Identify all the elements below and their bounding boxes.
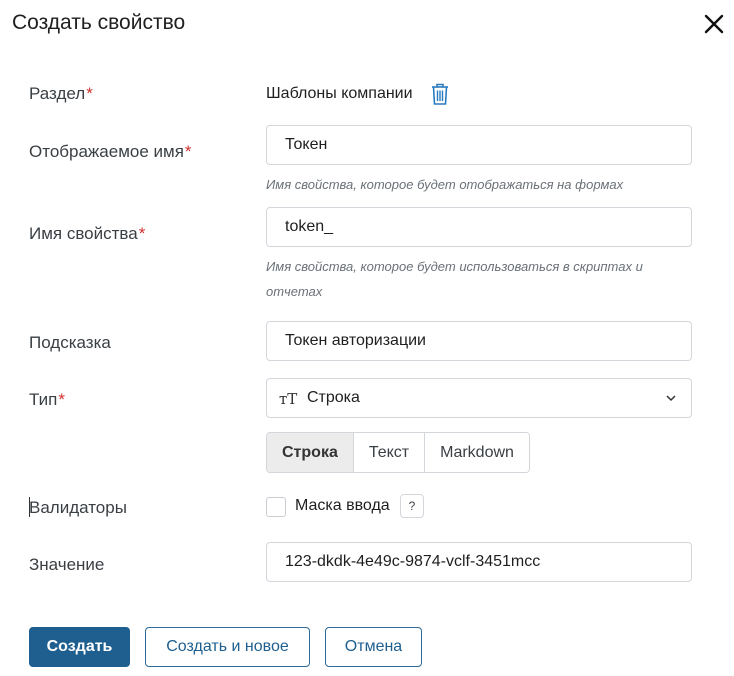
type-label: Тип* [29, 390, 65, 410]
dialog-title: Создать свойство [12, 11, 186, 34]
chevron-down-icon [666, 395, 676, 402]
display-name-field[interactable]: Токен [266, 125, 692, 165]
create-and-new-button[interactable]: Создать и новое [145, 627, 310, 667]
display-name-value: Токен [285, 136, 328, 153]
close-icon [704, 14, 724, 34]
property-name-value: token_ [285, 218, 334, 235]
section-label: Раздел* [29, 84, 93, 104]
display-name-hint: Имя свойства, которое будет отображаться… [266, 177, 624, 192]
value-field[interactable]: 123-dkdk-4e49c-9874-vclf-3451mcc [266, 542, 692, 582]
section-value: Шаблоны компании [266, 85, 413, 102]
trash-icon[interactable] [429, 82, 451, 106]
tooltip-label: Подсказка [29, 333, 111, 352]
validators-label: Валидаторы [29, 498, 127, 517]
type-select-value: Строка [307, 389, 360, 406]
required-mark: * [86, 84, 93, 103]
tooltip-field[interactable]: Токен авторизации [266, 321, 692, 361]
required-mark: * [184, 142, 192, 161]
help-icon[interactable]: ? [400, 494, 424, 518]
close-button[interactable] [700, 10, 728, 38]
property-name-label: Имя свойства* [29, 224, 145, 244]
value-label: Значение [29, 555, 105, 574]
section-label-text: Раздел [29, 84, 86, 103]
property-name-field[interactable]: token_ [266, 207, 692, 247]
tooltip-value: Токен авторизации [285, 332, 426, 349]
create-button[interactable]: Создать [29, 627, 130, 667]
display-name-label-text: Отображаемое имя [29, 142, 184, 161]
value-field-value: 123-dkdk-4e49c-9874-vclf-3451mcc [285, 553, 541, 570]
mode-string[interactable]: Строка [267, 433, 354, 472]
input-mask-label[interactable]: Маска ввода [295, 497, 390, 515]
required-mark: * [138, 224, 146, 243]
type-mode-switch: Строка Текст Markdown [266, 432, 530, 473]
display-name-label: Отображаемое имя* [29, 142, 192, 162]
property-name-hint: Имя свойства, которое будет использовать… [266, 259, 643, 299]
type-select[interactable]: тТ Строка [266, 378, 692, 418]
cancel-button[interactable]: Отмена [325, 627, 422, 667]
property-name-label-text: Имя свойства [29, 224, 138, 243]
required-mark: * [58, 390, 65, 409]
type-label-text: Тип [29, 390, 58, 409]
mode-text[interactable]: Текст [353, 433, 426, 472]
text-type-icon: тТ [279, 390, 298, 408]
input-mask-checkbox[interactable] [266, 497, 286, 517]
mode-markdown[interactable]: Markdown [425, 433, 529, 472]
